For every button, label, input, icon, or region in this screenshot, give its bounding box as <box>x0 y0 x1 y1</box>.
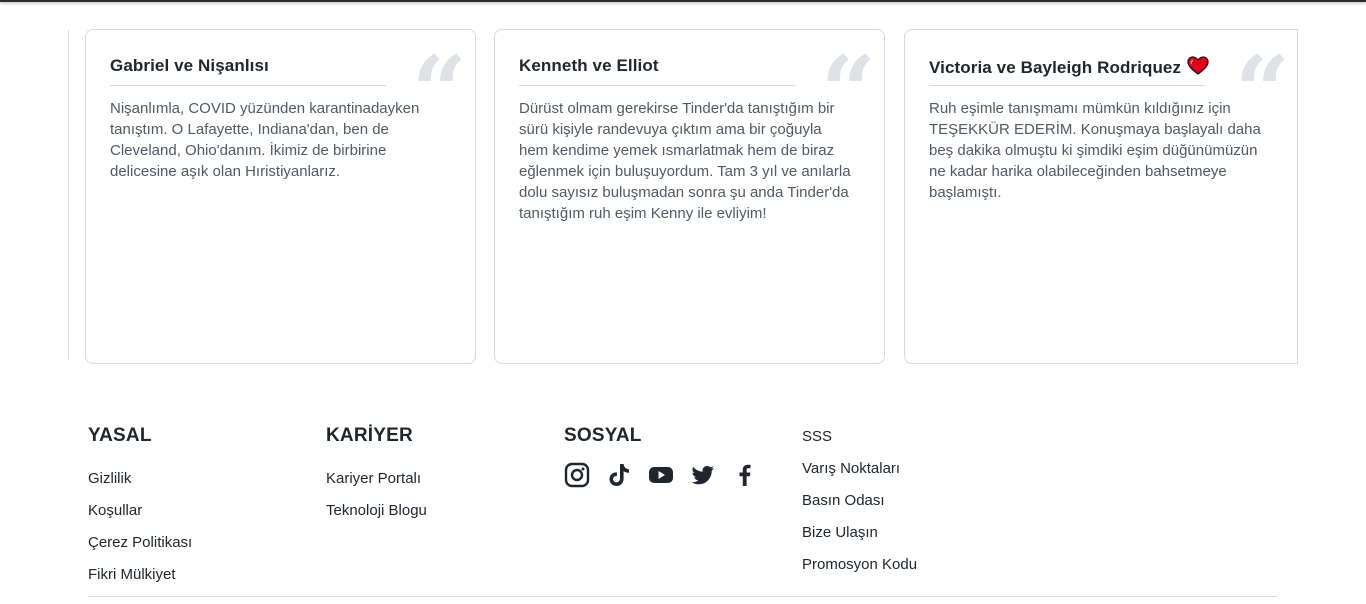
footer-legal-column: YASAL Gizlilik Koşullar Çerez Politikası… <box>88 424 192 596</box>
destinations-link[interactable]: Varış Noktaları <box>802 458 917 479</box>
heart-icon <box>1187 56 1209 80</box>
testimonial-card: Kenneth ve Elliot “ Dürüst olmam gerekir… <box>494 29 885 364</box>
testimonial-text: Ruh eşimle tanışmamı mümkün kıldığınız i… <box>929 100 1261 201</box>
testimonial-title-row: Victoria ve Bayleigh Rodriquez <box>929 56 1209 80</box>
press-room-link[interactable]: Basın Odası <box>802 490 917 511</box>
footer-misc-column: SSS Varış Noktaları Basın Odası Bize Ula… <box>802 426 917 586</box>
testimonial-text: Dürüst olmam gerekirse Tinder'da tanıştı… <box>519 100 851 222</box>
testimonial-card: Gabriel ve Nişanlısı “ Nişanlımla, COVID… <box>85 29 476 364</box>
testimonial-name: Victoria ve Bayleigh Rodriquez <box>929 58 1182 77</box>
title-divider <box>110 85 386 86</box>
footer-heading: SOSYAL <box>564 425 642 446</box>
footer-divider <box>88 596 1277 597</box>
facebook-icon[interactable] <box>732 462 758 488</box>
privacy-link[interactable]: Gizlilik <box>88 468 192 489</box>
intellectual-property-link[interactable]: Fikri Mülkiyet <box>88 564 192 585</box>
tech-blog-link[interactable]: Teknoloji Blogu <box>326 500 427 521</box>
previous-card-edge <box>62 30 69 360</box>
faq-link[interactable]: SSS <box>802 426 917 447</box>
footer-social-column: SOSYAL <box>564 424 758 488</box>
social-icons <box>564 462 758 488</box>
twitter-icon[interactable] <box>690 462 716 488</box>
testimonial-name: Kenneth ve Elliot <box>519 56 659 75</box>
testimonial-card: Victoria ve Bayleigh Rodriquez “ Ruh eşi… <box>904 29 1298 364</box>
testimonial-text: Nişanlımla, COVID yüzünden karantinadayk… <box>110 100 420 180</box>
testimonial-name: Gabriel ve Nişanlısı <box>110 56 269 75</box>
terms-link[interactable]: Koşullar <box>88 500 192 521</box>
tiktok-icon[interactable] <box>606 462 632 488</box>
instagram-icon[interactable] <box>564 462 590 488</box>
careers-portal-link[interactable]: Kariyer Portalı <box>326 468 427 489</box>
footer-careers-column: KARİYER Kariyer Portalı Teknoloji Blogu <box>326 424 427 532</box>
footer-heading: YASAL <box>88 425 152 446</box>
cookie-policy-link[interactable]: Çerez Politikası <box>88 532 192 553</box>
footer-heading: KARİYER <box>326 425 413 446</box>
youtube-icon[interactable] <box>648 462 674 488</box>
header-shadow <box>0 0 1366 2</box>
title-divider <box>519 85 795 86</box>
promo-code-link[interactable]: Promosyon Kodu <box>802 554 917 575</box>
contact-link[interactable]: Bize Ulaşın <box>802 522 917 543</box>
title-divider <box>929 85 1205 86</box>
